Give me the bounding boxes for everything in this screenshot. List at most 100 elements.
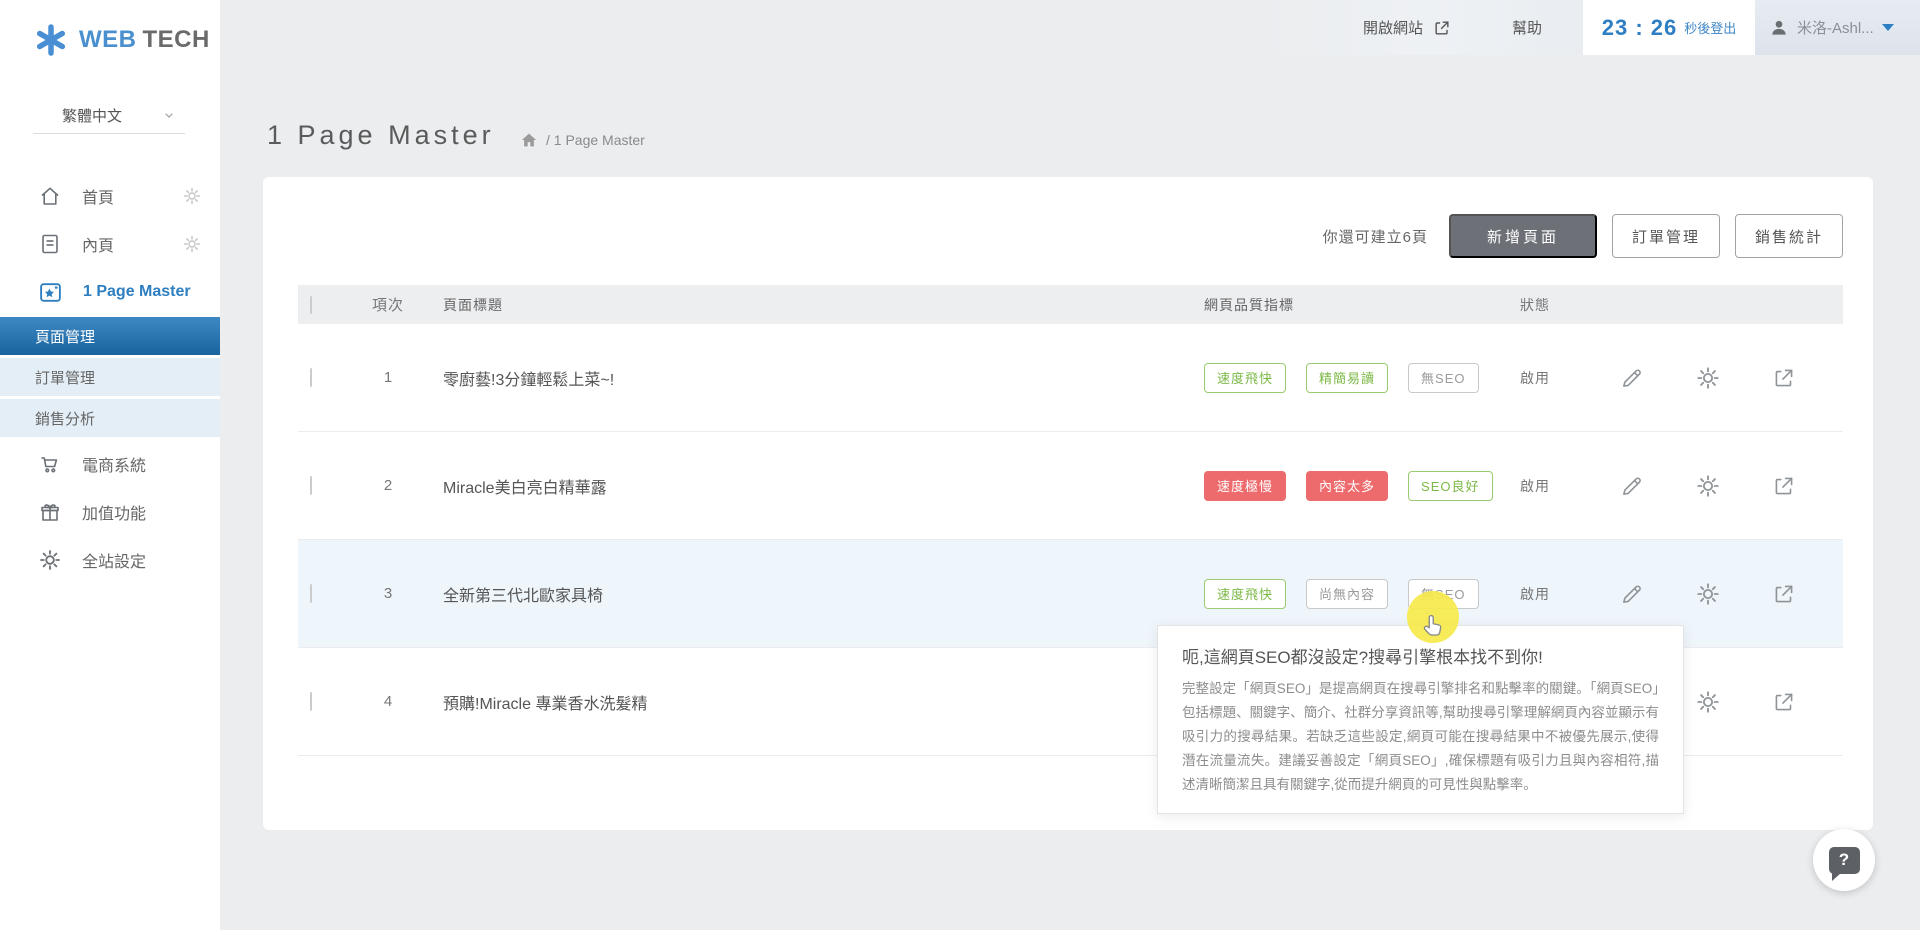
select-all-checkbox[interactable] xyxy=(310,296,312,314)
help-label: 幫助 xyxy=(1512,17,1542,38)
seo-tooltip: 呃,這網頁SEO都沒設定?搜尋引擎根本找不到你! 完整設定「網頁SEO」是提高網… xyxy=(1157,625,1684,814)
external-link-icon xyxy=(1432,18,1452,38)
divider xyxy=(33,133,185,134)
breadcrumb-current: / 1 Page Master xyxy=(546,132,645,148)
settings-gear-icon[interactable] xyxy=(1695,365,1721,391)
sidebar-item-addons[interactable]: 加值功能 xyxy=(0,488,220,536)
open-website-label: 開啟網站 xyxy=(1363,17,1423,38)
quality-badge[interactable]: 速度飛快 xyxy=(1204,363,1286,393)
caret-down-icon xyxy=(1882,24,1894,31)
add-page-button[interactable]: 新增頁面 xyxy=(1449,214,1597,258)
language-selector[interactable]: 繁體中文 xyxy=(33,100,185,130)
status-text: 啟用 xyxy=(1510,584,1605,604)
settings-gear-icon[interactable] xyxy=(1695,689,1721,715)
user-icon xyxy=(1769,18,1789,38)
logo: WEBTECH xyxy=(33,22,210,58)
row-checkbox[interactable] xyxy=(310,368,312,387)
page-title-cell: 全新第三代北歐家具椅 xyxy=(418,582,1190,606)
submenu-item-order-management[interactable]: 訂單管理 xyxy=(0,358,220,396)
quality-badge[interactable]: 速度飛快 xyxy=(1204,579,1286,609)
sidebar-item-label: 內頁 xyxy=(82,232,114,256)
row-checkbox[interactable] xyxy=(310,584,312,603)
star-window-icon xyxy=(38,280,63,305)
quality-badge[interactable]: 內容太多 xyxy=(1306,471,1388,501)
help-link[interactable]: 幫助 xyxy=(1512,0,1542,55)
timer-suffix: 秒後登出 xyxy=(1684,18,1736,37)
help-fab-button[interactable]: ? xyxy=(1813,829,1875,891)
order-management-button[interactable]: 訂單管理 xyxy=(1612,214,1720,258)
gift-icon xyxy=(38,500,62,524)
home-breadcrumb-icon[interactable] xyxy=(520,131,538,149)
open-external-icon[interactable] xyxy=(1771,689,1797,715)
cart-icon xyxy=(38,452,62,476)
username: 米洛-Ashl... xyxy=(1797,17,1874,38)
card-toolbar: 你還可建立6頁 新增頁面 訂單管理 銷售統計 xyxy=(1323,214,1843,258)
sidebar-nav: 首頁 內頁 1 Page Master 頁面管理 訂單管理 銷售分析 xyxy=(0,172,220,584)
status-text: 啟用 xyxy=(1510,368,1605,388)
hand-cursor-icon xyxy=(1418,611,1448,641)
sidebar-item-inner-pages[interactable]: 內頁 xyxy=(0,220,220,268)
open-external-icon[interactable] xyxy=(1771,473,1797,499)
tooltip-title: 呃,這網頁SEO都沒設定?搜尋引擎根本找不到你! xyxy=(1182,643,1659,668)
page-quota-text: 你還可建立6頁 xyxy=(1323,226,1428,247)
page-title: 1 Page Master xyxy=(267,120,495,151)
quality-badge[interactable]: 無SEO xyxy=(1408,363,1478,393)
logout-timer: 23 : 26 秒後登出 xyxy=(1583,0,1755,55)
sidebar: WEBTECH 繁體中文 首頁 內頁 xyxy=(0,0,220,930)
gear-icon[interactable] xyxy=(182,234,202,254)
home-icon xyxy=(38,184,62,208)
sidebar-item-ecommerce[interactable]: 電商系統 xyxy=(0,440,220,488)
table-header: 項次 頁面標題 網頁品質指標 狀態 xyxy=(298,285,1843,324)
table-row: 2 Miracle美白亮白精華露 速度極慢 內容太多 SEO良好 啟用 xyxy=(298,432,1843,540)
sidebar-item-label: 全站設定 xyxy=(82,548,146,572)
sidebar-item-1-page-master[interactable]: 1 Page Master xyxy=(0,268,220,316)
timer-value: 23 : 26 xyxy=(1602,15,1678,41)
page-title-cell: 預購!Miracle 專業香水洗髮精 xyxy=(418,690,1190,714)
edit-pencil-icon[interactable] xyxy=(1619,473,1645,499)
logo-text: WEBTECH xyxy=(79,26,210,54)
row-checkbox[interactable] xyxy=(310,476,312,495)
user-menu[interactable]: 米洛-Ashl... xyxy=(1755,0,1920,55)
question-mark: ? xyxy=(1839,850,1849,870)
sidebar-item-home[interactable]: 首頁 xyxy=(0,172,220,220)
sidebar-item-label: 電商系統 xyxy=(82,452,146,476)
quality-badge[interactable]: 精簡易讀 xyxy=(1306,363,1388,393)
open-external-icon[interactable] xyxy=(1771,365,1797,391)
gear-icon[interactable] xyxy=(182,186,202,206)
sidebar-item-site-settings[interactable]: 全站設定 xyxy=(0,536,220,584)
document-icon xyxy=(38,232,62,256)
submenu-item-sales-analysis[interactable]: 銷售分析 xyxy=(0,399,220,437)
cursor-highlight xyxy=(1407,591,1459,643)
breadcrumb: / 1 Page Master xyxy=(520,131,645,149)
header-quality: 網頁品質指標 xyxy=(1190,295,1510,315)
table-row: 1 零廚藝!3分鐘輕鬆上菜~! 速度飛快 精簡易讀 無SEO 啟用 xyxy=(298,324,1843,432)
sidebar-item-label: 加值功能 xyxy=(82,500,146,524)
open-external-icon[interactable] xyxy=(1771,581,1797,607)
status-text: 啟用 xyxy=(1510,476,1605,496)
edit-pencil-icon[interactable] xyxy=(1619,365,1645,391)
gear-icon xyxy=(38,548,62,572)
open-website-link[interactable]: 開啟網站 xyxy=(1363,0,1452,55)
page-list-card: 你還可建立6頁 新增頁面 訂單管理 銷售統計 項次 頁面標題 網頁品質指標 狀態… xyxy=(263,177,1873,830)
chevron-down-icon xyxy=(161,107,177,123)
tooltip-body: 完整設定「網頁SEO」是提高網頁在搜尋引擎排名和點擊率的關鍵。「網頁SEO」包括… xyxy=(1182,677,1659,797)
help-bubble-icon: ? xyxy=(1829,847,1860,874)
page-title-cell: Miracle美白亮白精華露 xyxy=(418,474,1190,498)
asterisk-logo-icon xyxy=(33,22,69,58)
sidebar-item-label: 1 Page Master xyxy=(83,283,191,301)
submenu-item-page-management[interactable]: 頁面管理 xyxy=(0,317,220,355)
quality-badge[interactable]: 尚無內容 xyxy=(1306,579,1388,609)
settings-gear-icon[interactable] xyxy=(1695,581,1721,607)
sidebar-item-label: 首頁 xyxy=(82,184,114,208)
edit-pencil-icon[interactable] xyxy=(1619,581,1645,607)
page-title-cell: 零廚藝!3分鐘輕鬆上菜~! xyxy=(418,366,1190,390)
settings-gear-icon[interactable] xyxy=(1695,473,1721,499)
sales-stats-button[interactable]: 銷售統計 xyxy=(1735,214,1843,258)
language-label: 繁體中文 xyxy=(62,105,122,126)
quality-badge[interactable]: 速度極慢 xyxy=(1204,471,1286,501)
quality-badge[interactable]: SEO良好 xyxy=(1408,471,1492,501)
sidebar-submenu: 頁面管理 訂單管理 銷售分析 xyxy=(0,317,220,437)
header-index: 項次 xyxy=(358,294,418,315)
header-title: 頁面標題 xyxy=(418,295,1190,315)
row-checkbox[interactable] xyxy=(310,692,312,711)
